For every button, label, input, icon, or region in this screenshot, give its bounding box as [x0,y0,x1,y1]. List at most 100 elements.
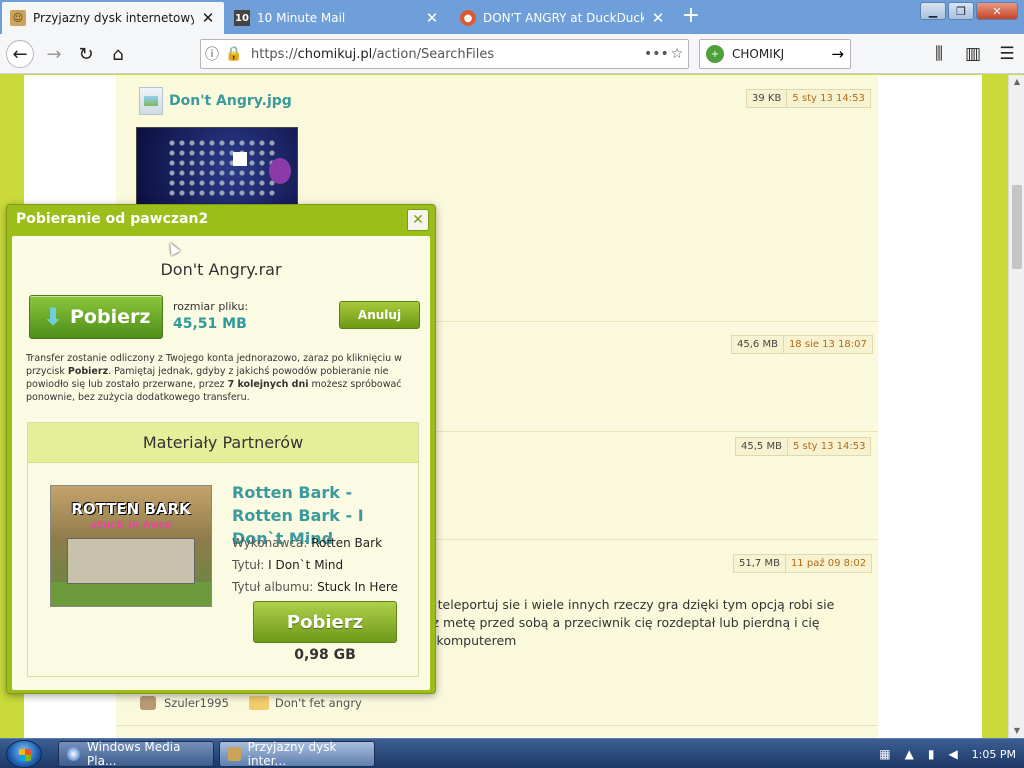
menu-icon[interactable]: ☰ [996,40,1018,68]
dialog-close-button[interactable]: ✕ [407,209,429,231]
forward-button[interactable]: → [40,40,68,68]
search-engine-icon: + [706,45,724,63]
file-owner-row: Szuler1995 Don't fet angry [140,696,362,710]
library-icon[interactable]: ⫼ [928,40,950,68]
artist-line: Wykonawca: Rotten Bark [232,536,383,550]
scrollbar-thumb[interactable] [1012,185,1022,269]
keyboard-icon[interactable]: ▦ [879,747,890,761]
download-arrow-icon: ⬇ [42,303,64,331]
close-window-button[interactable]: ✕ [976,2,1018,20]
file-size: 45,6 MB [731,335,784,354]
task-label: Przyjazny dysk inter... [247,740,337,768]
download-dialog: Pobieranie od pawczan2 ✕ Don't Angry.rar… [6,204,436,694]
chomikuj-favicon: ☺ [10,10,26,26]
show-hidden-icons[interactable]: ▲ [905,747,914,761]
page-scrollbar[interactable]: ▲ ▼ [1008,75,1024,738]
file-meta: 39 KB 5 sty 13 14:53 [746,89,871,108]
title-value: I Don`t Mind [268,558,344,572]
search-go-icon[interactable]: → [831,45,844,63]
album-cover[interactable]: ROTTEN BARK stuck in here [50,485,212,607]
tab-bar: ☺ Przyjazny dysk internetowy - Ch ✕ 10 1… [0,0,1024,34]
file-meta: 45,6 MB 18 sie 13 18:07 [731,335,873,354]
volume-icon[interactable]: ◀ [948,747,957,761]
page-actions-icon[interactable]: ••• [644,46,669,62]
cover-title: ROTTEN BARK [71,500,191,518]
close-tab-icon[interactable]: ✕ [650,9,666,27]
scroll-up-icon[interactable]: ▲ [1009,75,1024,89]
reload-button[interactable]: ↻ [72,40,100,68]
file-size: 51,7 MB [733,554,786,573]
info-icon[interactable]: ⓘ [201,44,223,64]
file-thumbnail[interactable] [136,127,298,207]
lock-icon: 🔒 [225,46,243,62]
transfer-info: Transfer zostanie odliczony z Twojego ko… [26,353,402,403]
file-size-label: rozmiar pliku: [173,300,249,313]
album-line: Tytuł albumu: Stuck In Here [232,580,398,594]
folder-link[interactable]: Don't fet angry [275,696,362,710]
cover-house [67,538,195,584]
artist-value: Rotten Bark [311,536,383,550]
file-meta: 51,7 MB 11 paź 09 8:02 [733,554,873,573]
album-value: Stuck In Here [317,580,398,594]
dialog-title: Pobieranie od pawczan2 [16,211,209,227]
close-tab-icon[interactable]: ✕ [200,9,216,27]
tab-duckduckgo[interactable]: ● DON'T ANGRY at DuckDuckGo ✕ [452,2,674,34]
minimize-button[interactable]: ▁ [920,2,946,20]
owner-link[interactable]: Szuler1995 [164,696,229,710]
start-button[interactable] [6,740,42,768]
nav-bar: ← → ↻ ⌂ ⓘ 🔒 https://chomikuj.pl/action/S… [0,34,1024,74]
search-input[interactable]: CHOMIKJ [732,47,831,61]
new-tab-button[interactable]: + [680,5,702,29]
partner-file-size: 0,98 GB [294,647,356,663]
bookmark-star-icon[interactable]: ☆ [666,46,688,62]
file-date: 18 sie 13 18:07 [783,335,873,354]
file-size: 39 KB [746,89,788,108]
file-description: a teleportuj sie i wiele innych rzeczy g… [426,597,835,648]
system-tray: ▦ ▲ ▮ ◀ 1:05 PM [879,739,1016,768]
url-text[interactable]: https://chomikuj.pl/action/SearchFiles [251,47,644,62]
partner-materials: Materiały Partnerów ROTTEN BARK stuck in… [27,422,419,677]
taskbar: Windows Media Pla... Przyjazny dysk inte… [0,738,1024,768]
maximize-button[interactable]: ❐ [948,2,974,20]
list-item [116,725,878,726]
file-size-value: 45,51 MB [173,316,247,332]
thumbnail-planet [269,158,291,184]
toolbar-icons: ⫼ ▥ ☰ [928,40,1018,68]
10minutemail-favicon: 10 [234,10,250,26]
tab-10-minute-mail[interactable]: 10 10 Minute Mail ✕ [226,2,448,34]
cover-subtitle: stuck in here [90,518,172,531]
partner-heading: Materiały Partnerów [28,423,418,463]
home-button[interactable]: ⌂ [104,40,132,68]
search-bar[interactable]: + CHOMIKJ → [699,39,851,69]
tab-title: Przyjazny dysk internetowy - Ch [33,11,194,25]
scroll-down-icon[interactable]: ▼ [1009,724,1024,738]
taskbar-item-firefox[interactable]: Przyjazny dysk inter... [219,740,375,768]
download-button-label: Pobierz [70,306,151,328]
cover-grass [51,582,211,606]
partner-download-button[interactable]: Pobierz [253,601,397,643]
task-label: Windows Media Pla... [87,740,181,768]
file-name-link[interactable]: Don't Angry.jpg [169,93,292,109]
dialog-body: Don't Angry.rar ⬇ Pobierz rozmiar pliku:… [12,236,430,690]
taskbar-item-media-player[interactable]: Windows Media Pla... [58,740,214,768]
url-bar[interactable]: ⓘ 🔒 https://chomikuj.pl/action/SearchFil… [200,39,689,69]
media-player-icon [67,747,81,761]
file-date: 11 paź 09 8:02 [785,554,873,573]
duckduckgo-favicon: ● [460,10,476,26]
tab-title: DON'T ANGRY at DuckDuckGo [483,11,644,25]
image-file-icon [139,87,163,115]
cancel-button[interactable]: Anuluj [339,301,420,329]
chomikuj-task-icon [228,747,241,761]
tab-chomikuj[interactable]: ☺ Przyjazny dysk internetowy - Ch ✕ [2,2,224,34]
network-icon[interactable]: ▮ [928,747,935,761]
sidebar-icon[interactable]: ▥ [962,40,984,68]
clock[interactable]: 1:05 PM [972,748,1016,761]
file-size: 45,5 MB [735,437,788,456]
download-button[interactable]: ⬇ Pobierz [29,295,163,339]
back-button[interactable]: ← [6,40,34,68]
close-tab-icon[interactable]: ✕ [424,9,440,27]
thumbnail-board [167,138,277,198]
window-controls: ▁ ❐ ✕ [920,2,1018,20]
folder-icon [248,696,269,710]
download-file-name: Don't Angry.rar [160,260,282,279]
